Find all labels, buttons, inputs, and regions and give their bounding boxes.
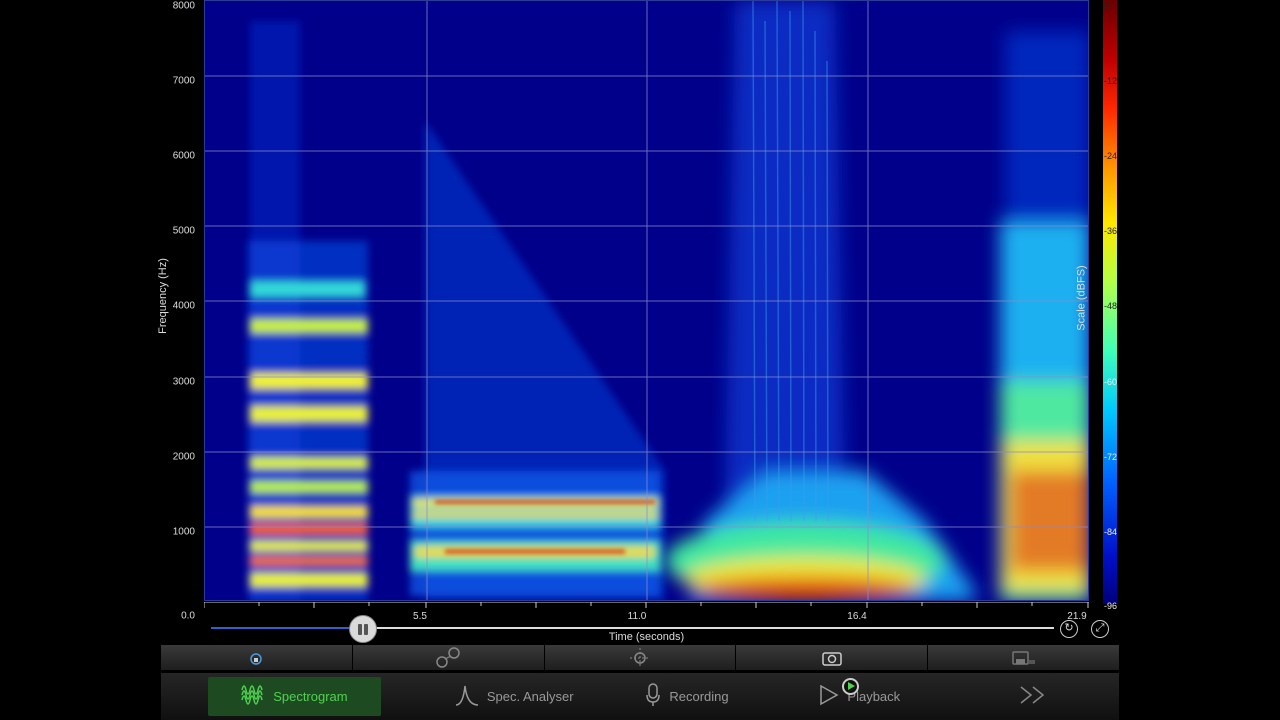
- y-tick-8000: 8000: [172, 0, 195, 12]
- y-tick-2000: 2000: [172, 451, 195, 463]
- playback-progress-track[interactable]: [211, 627, 1054, 629]
- colorbar-tick-12: -12: [1104, 76, 1118, 86]
- colorbar-tick-84: -84: [1104, 527, 1118, 537]
- tab-recording-label: Recording: [669, 689, 729, 704]
- y-tick-7000: 7000: [172, 75, 195, 87]
- colorbar-tick-72: -72: [1104, 452, 1118, 462]
- tab-bar: Spectrogram Spec. Analyser Recording Pla…: [161, 673, 1119, 720]
- peak-icon: [455, 684, 479, 710]
- time-axis-label: Time (seconds): [608, 631, 685, 643]
- expand-icon[interactable]: ⤢: [1091, 620, 1109, 638]
- crosshair-icon[interactable]: [545, 645, 737, 670]
- spectrogram-app: 8000 7000 6000 5000 4000 3000 2000 1000 …: [157, 0, 1119, 720]
- tab-spec-analyser[interactable]: Spec. Analyser: [428, 673, 601, 720]
- colorbar-label: Scale (dBFS): [1075, 265, 1088, 331]
- y-tick-0: 0.0: [181, 610, 195, 622]
- tab-recording[interactable]: Recording: [601, 673, 774, 720]
- colorbar-tick-36: -36: [1104, 226, 1118, 236]
- time-axis: 5.5 11.0 16.4 21.9: [204, 602, 1089, 622]
- tab-spectrogram[interactable]: Spectrogram: [208, 677, 381, 716]
- tab-playback[interactable]: Playback: [773, 673, 946, 720]
- lock-icon[interactable]: [161, 645, 353, 670]
- tab-spectrogram-label: Spectrogram: [273, 689, 348, 704]
- x-tick-11-0: 11.0: [627, 611, 647, 622]
- y-tick-6000: 6000: [172, 150, 195, 162]
- spectrogram-plot[interactable]: [204, 0, 1089, 601]
- colorbar-tick-0: 0: [1104, 1, 1110, 11]
- playback-progress-fill: [211, 627, 363, 629]
- more-icon: [1019, 685, 1047, 709]
- tab-more[interactable]: [946, 673, 1119, 720]
- tool-bar: [161, 645, 1119, 670]
- time-axis-ticks: [204, 602, 1089, 608]
- pin-zoom-icon[interactable]: [353, 645, 545, 670]
- save-icon[interactable]: [928, 645, 1119, 670]
- y-tick-5000: 5000: [172, 225, 195, 237]
- frequency-axis-label: Frequency (Hz): [156, 258, 169, 334]
- refresh-icon[interactable]: ↻: [1060, 620, 1078, 638]
- colorbar-tick-48: -48: [1104, 301, 1118, 311]
- play-icon: [819, 684, 839, 710]
- y-tick-3000: 3000: [172, 376, 195, 388]
- colorbar-tick-60: -60: [1104, 377, 1118, 387]
- y-tick-1000: 1000: [172, 526, 195, 538]
- colorbar-tick-96: -96: [1104, 601, 1118, 611]
- y-tick-4000: 4000: [172, 300, 195, 312]
- frequency-axis: 8000 7000 6000 5000 4000 3000 2000 1000 …: [157, 0, 204, 622]
- spectrogram-image[interactable]: [205, 1, 1089, 601]
- camera-icon[interactable]: [736, 645, 929, 670]
- playback-status-icon: [842, 678, 859, 695]
- x-tick-16-4: 16.4: [847, 611, 867, 622]
- colorbar-tick-24: -24: [1104, 151, 1118, 161]
- x-tick-5-5: 5.5: [413, 611, 427, 622]
- waveform-icon: [241, 684, 265, 709]
- microphone-icon: [645, 682, 661, 711]
- pause-button[interactable]: [349, 615, 377, 643]
- tab-spec-analyser-label: Spec. Analyser: [486, 689, 574, 704]
